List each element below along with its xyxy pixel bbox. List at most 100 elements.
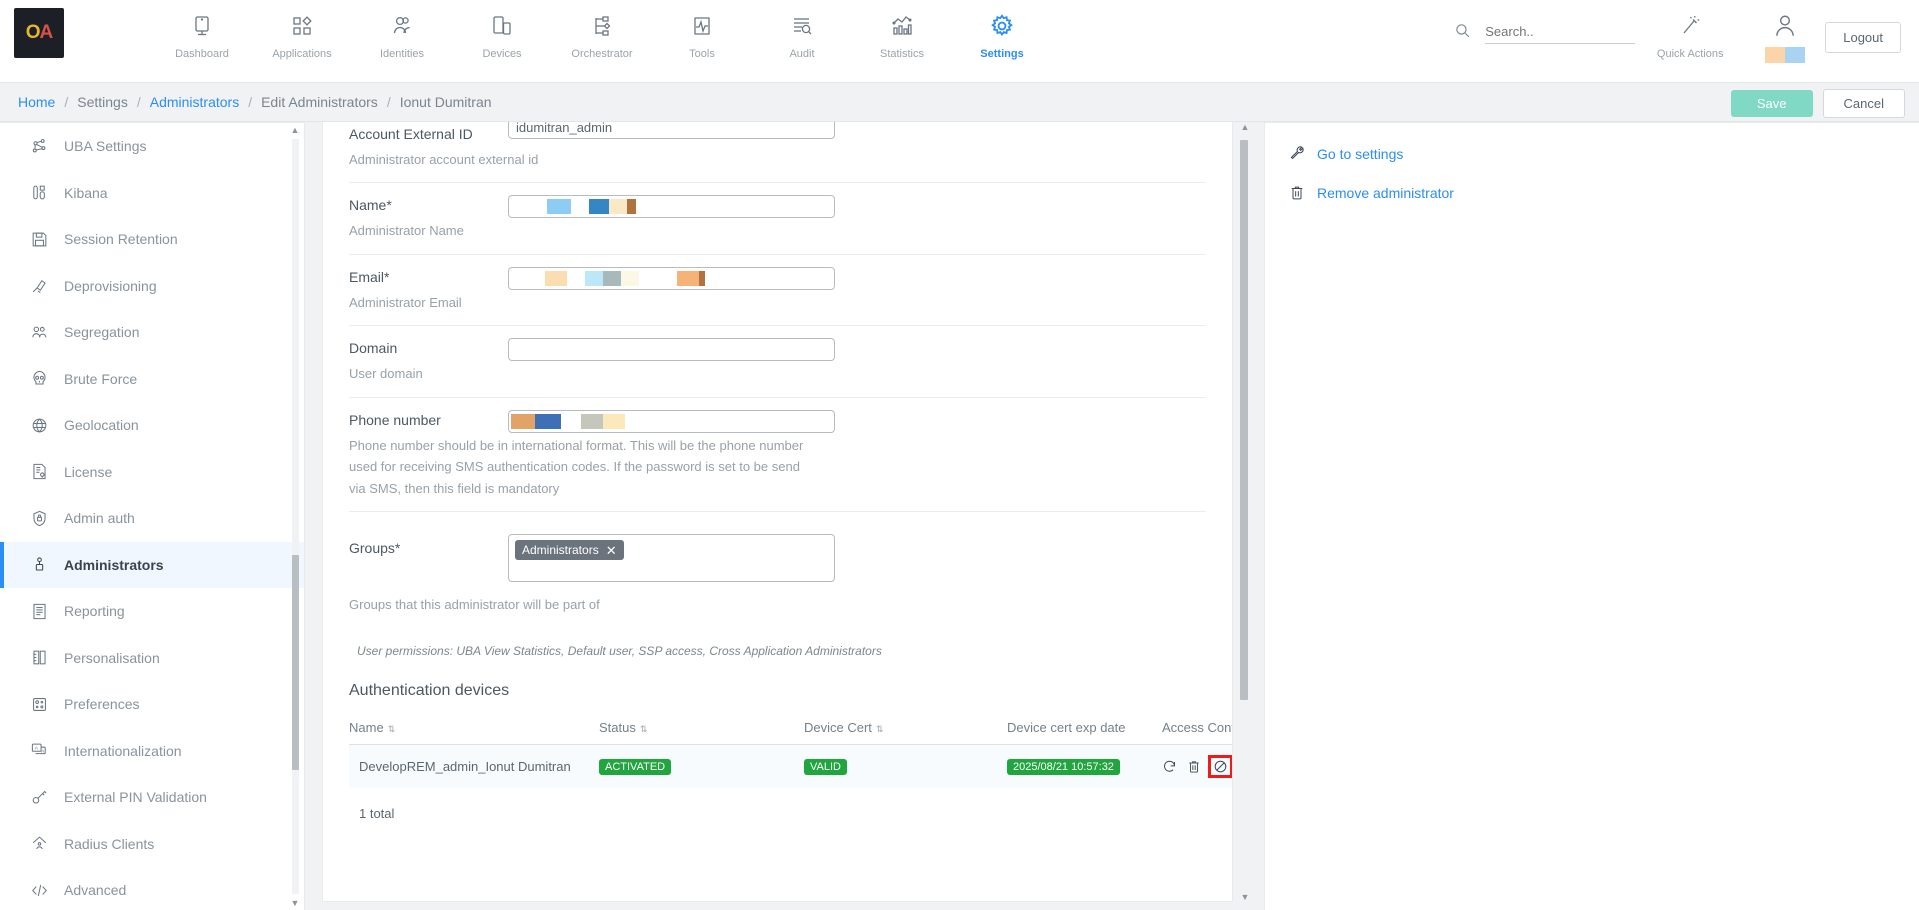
sort-icon[interactable]: ⇅: [388, 725, 396, 734]
sort-icon[interactable]: ⇅: [640, 725, 648, 734]
search-icon: [1454, 22, 1471, 44]
nav-label: Orchestrator: [571, 48, 632, 60]
redaction-block: [1765, 47, 1785, 63]
refresh-icon[interactable]: [1162, 759, 1177, 774]
nav-label: Statistics: [880, 48, 924, 60]
page-body: UBA Settings Kibana Session RetentionDepro…: [0, 122, 1919, 910]
sidebar-item-license[interactable]: License: [0, 449, 304, 496]
sidebar-item-radius-clients[interactable]: Radius Clients: [0, 821, 304, 868]
sidebar-item-deprovisioning[interactable]: Deprovisioning: [0, 263, 304, 310]
row-actions: [1162, 758, 1233, 775]
breadcrumb-item-home[interactable]: Home: [18, 94, 55, 110]
breadcrumb-item-edit-administrators[interactable]: Edit Administrators: [261, 94, 378, 110]
sidebar-item-preferences[interactable]: Preferences: [0, 681, 304, 728]
sidebar-item-advanced[interactable]: Advanced: [0, 867, 304, 910]
column-label: Device cert exp date: [1007, 720, 1126, 735]
table-row[interactable]: DevelopREM_admin_Ionut Dumitran ACTIVATE…: [349, 744, 1233, 788]
redaction-block: [699, 271, 705, 286]
search-input[interactable]: [1485, 22, 1635, 44]
sidebar-item-geolocation[interactable]: Geolocation: [0, 402, 304, 449]
group-chip-label: Administrators: [522, 543, 599, 557]
save-button[interactable]: Save: [1731, 90, 1813, 117]
nav-item-orchestrator[interactable]: Orchestrator: [552, 0, 652, 60]
redaction-block: [609, 199, 627, 214]
users-group-icon: [30, 323, 60, 342]
domain-input[interactable]: [508, 338, 835, 361]
skull-icon: [30, 369, 60, 388]
form-row-email: Email* Administrator Email: [349, 255, 1206, 326]
scrollbar-thumb[interactable]: [292, 555, 299, 770]
gear-icon: [989, 9, 1015, 43]
redaction-block: [511, 414, 535, 429]
block-circle-slash-icon[interactable]: [1211, 758, 1230, 775]
sidebar-item-kibana[interactable]: Kibana: [0, 170, 304, 217]
nav-item-settings[interactable]: Settings: [952, 0, 1052, 60]
nav-item-dashboard[interactable]: Dashboard: [152, 0, 252, 60]
column-label: Device Cert: [804, 720, 872, 735]
logout-button[interactable]: Logout: [1825, 22, 1901, 53]
preferences-icon: [30, 695, 60, 714]
group-chip[interactable]: Administrators ✕: [515, 540, 624, 560]
sidebar-item-reporting[interactable]: Reporting: [0, 588, 304, 635]
field-help: Groups that this administrator will be p…: [349, 594, 817, 615]
column-header-name[interactable]: Name ⇅: [349, 720, 599, 745]
sidebar-item-internationalization[interactable]: AAInternationalization: [0, 728, 304, 775]
column-header-device-cert[interactable]: Device Cert ⇅: [804, 720, 1007, 745]
statistics-chart-icon: [890, 9, 914, 43]
nav-item-tools[interactable]: Tools: [652, 0, 752, 60]
content-scrollbar[interactable]: ▲ ▼: [1238, 122, 1252, 902]
scroll-up-icon[interactable]: ▲: [289, 125, 301, 135]
groups-input[interactable]: Administrators ✕: [508, 534, 835, 582]
sidebar-item-label: Administrators: [64, 557, 164, 573]
app-logo[interactable]: OA: [14, 8, 64, 58]
scrollbar-thumb[interactable]: [1240, 140, 1248, 700]
redaction-block: [627, 199, 636, 214]
sidebar-item-label: Personalisation: [64, 650, 160, 666]
sidebar-scrollbar[interactable]: ▲ ▼: [289, 125, 301, 908]
nav-item-applications[interactable]: Applications: [252, 0, 352, 60]
form-row-domain: Domain User domain: [349, 326, 1206, 397]
phone-number-input[interactable]: [508, 410, 835, 433]
column-header-status[interactable]: Status⇅: [599, 720, 804, 745]
go-to-settings-link[interactable]: Go to settings: [1289, 145, 1919, 162]
translate-icon: AA: [30, 741, 60, 760]
trash-icon[interactable]: [1187, 759, 1201, 774]
email-input[interactable]: [508, 267, 835, 290]
scroll-down-icon[interactable]: ▼: [289, 898, 301, 908]
breadcrumb-item-settings[interactable]: Settings: [77, 94, 128, 110]
redaction-block: [677, 271, 699, 286]
column-label: Name: [349, 720, 384, 735]
sidebar-item-brute-force[interactable]: Brute Force: [0, 356, 304, 403]
user-profile-button[interactable]: [1745, 0, 1825, 63]
sidebar-item-external-pin-validation[interactable]: External PIN Validation: [0, 774, 304, 821]
breadcrumb-item-administrators[interactable]: Administrators: [150, 94, 239, 110]
sidebar-item-segregation[interactable]: Segregation: [0, 309, 304, 356]
remove-administrator-link[interactable]: Remove administrator: [1289, 184, 1919, 201]
nav-item-audit[interactable]: Audit: [752, 0, 852, 60]
close-icon[interactable]: ✕: [606, 544, 617, 557]
scroll-up-icon[interactable]: ▲: [1238, 122, 1252, 132]
account-external-id-input[interactable]: idumitran_admin: [508, 122, 835, 139]
cancel-button[interactable]: Cancel: [1823, 89, 1905, 118]
table-head: Name ⇅ Status⇅ Device Cert ⇅ Device cert e…: [349, 720, 1233, 745]
sidebar-item-uba-settings[interactable]: UBA Settings: [0, 123, 304, 170]
sidebar-item-admin-auth[interactable]: Admin auth: [0, 495, 304, 542]
name-input[interactable]: [508, 195, 835, 218]
search-box[interactable]: [1454, 22, 1635, 44]
sidebar-item-personalisation[interactable]: Personalisation: [0, 635, 304, 682]
breadcrumb-item-current: Ionut Dumitran: [400, 94, 492, 110]
device-cert-badge: VALID: [804, 759, 847, 775]
scroll-down-icon[interactable]: ▼: [1238, 892, 1252, 902]
nav-item-devices[interactable]: Devices: [452, 0, 552, 60]
sidebar-item-session-retention[interactable]: Session Retention: [0, 216, 304, 263]
uba-network-icon: [30, 137, 60, 156]
sidebar-item-administrators[interactable]: Administrators: [0, 542, 304, 589]
scrollbar-track[interactable]: [292, 139, 299, 894]
sidebar-item-label: Kibana: [64, 185, 108, 201]
logo-text: OA: [26, 22, 53, 44]
nav-item-statistics[interactable]: Statistics: [852, 0, 952, 60]
sort-icon[interactable]: ⇅: [876, 725, 884, 734]
nav-item-identities[interactable]: Identities: [352, 0, 452, 60]
quick-actions-button[interactable]: Quick Actions: [1635, 0, 1745, 60]
sidebar-item-label: Brute Force: [64, 371, 137, 387]
